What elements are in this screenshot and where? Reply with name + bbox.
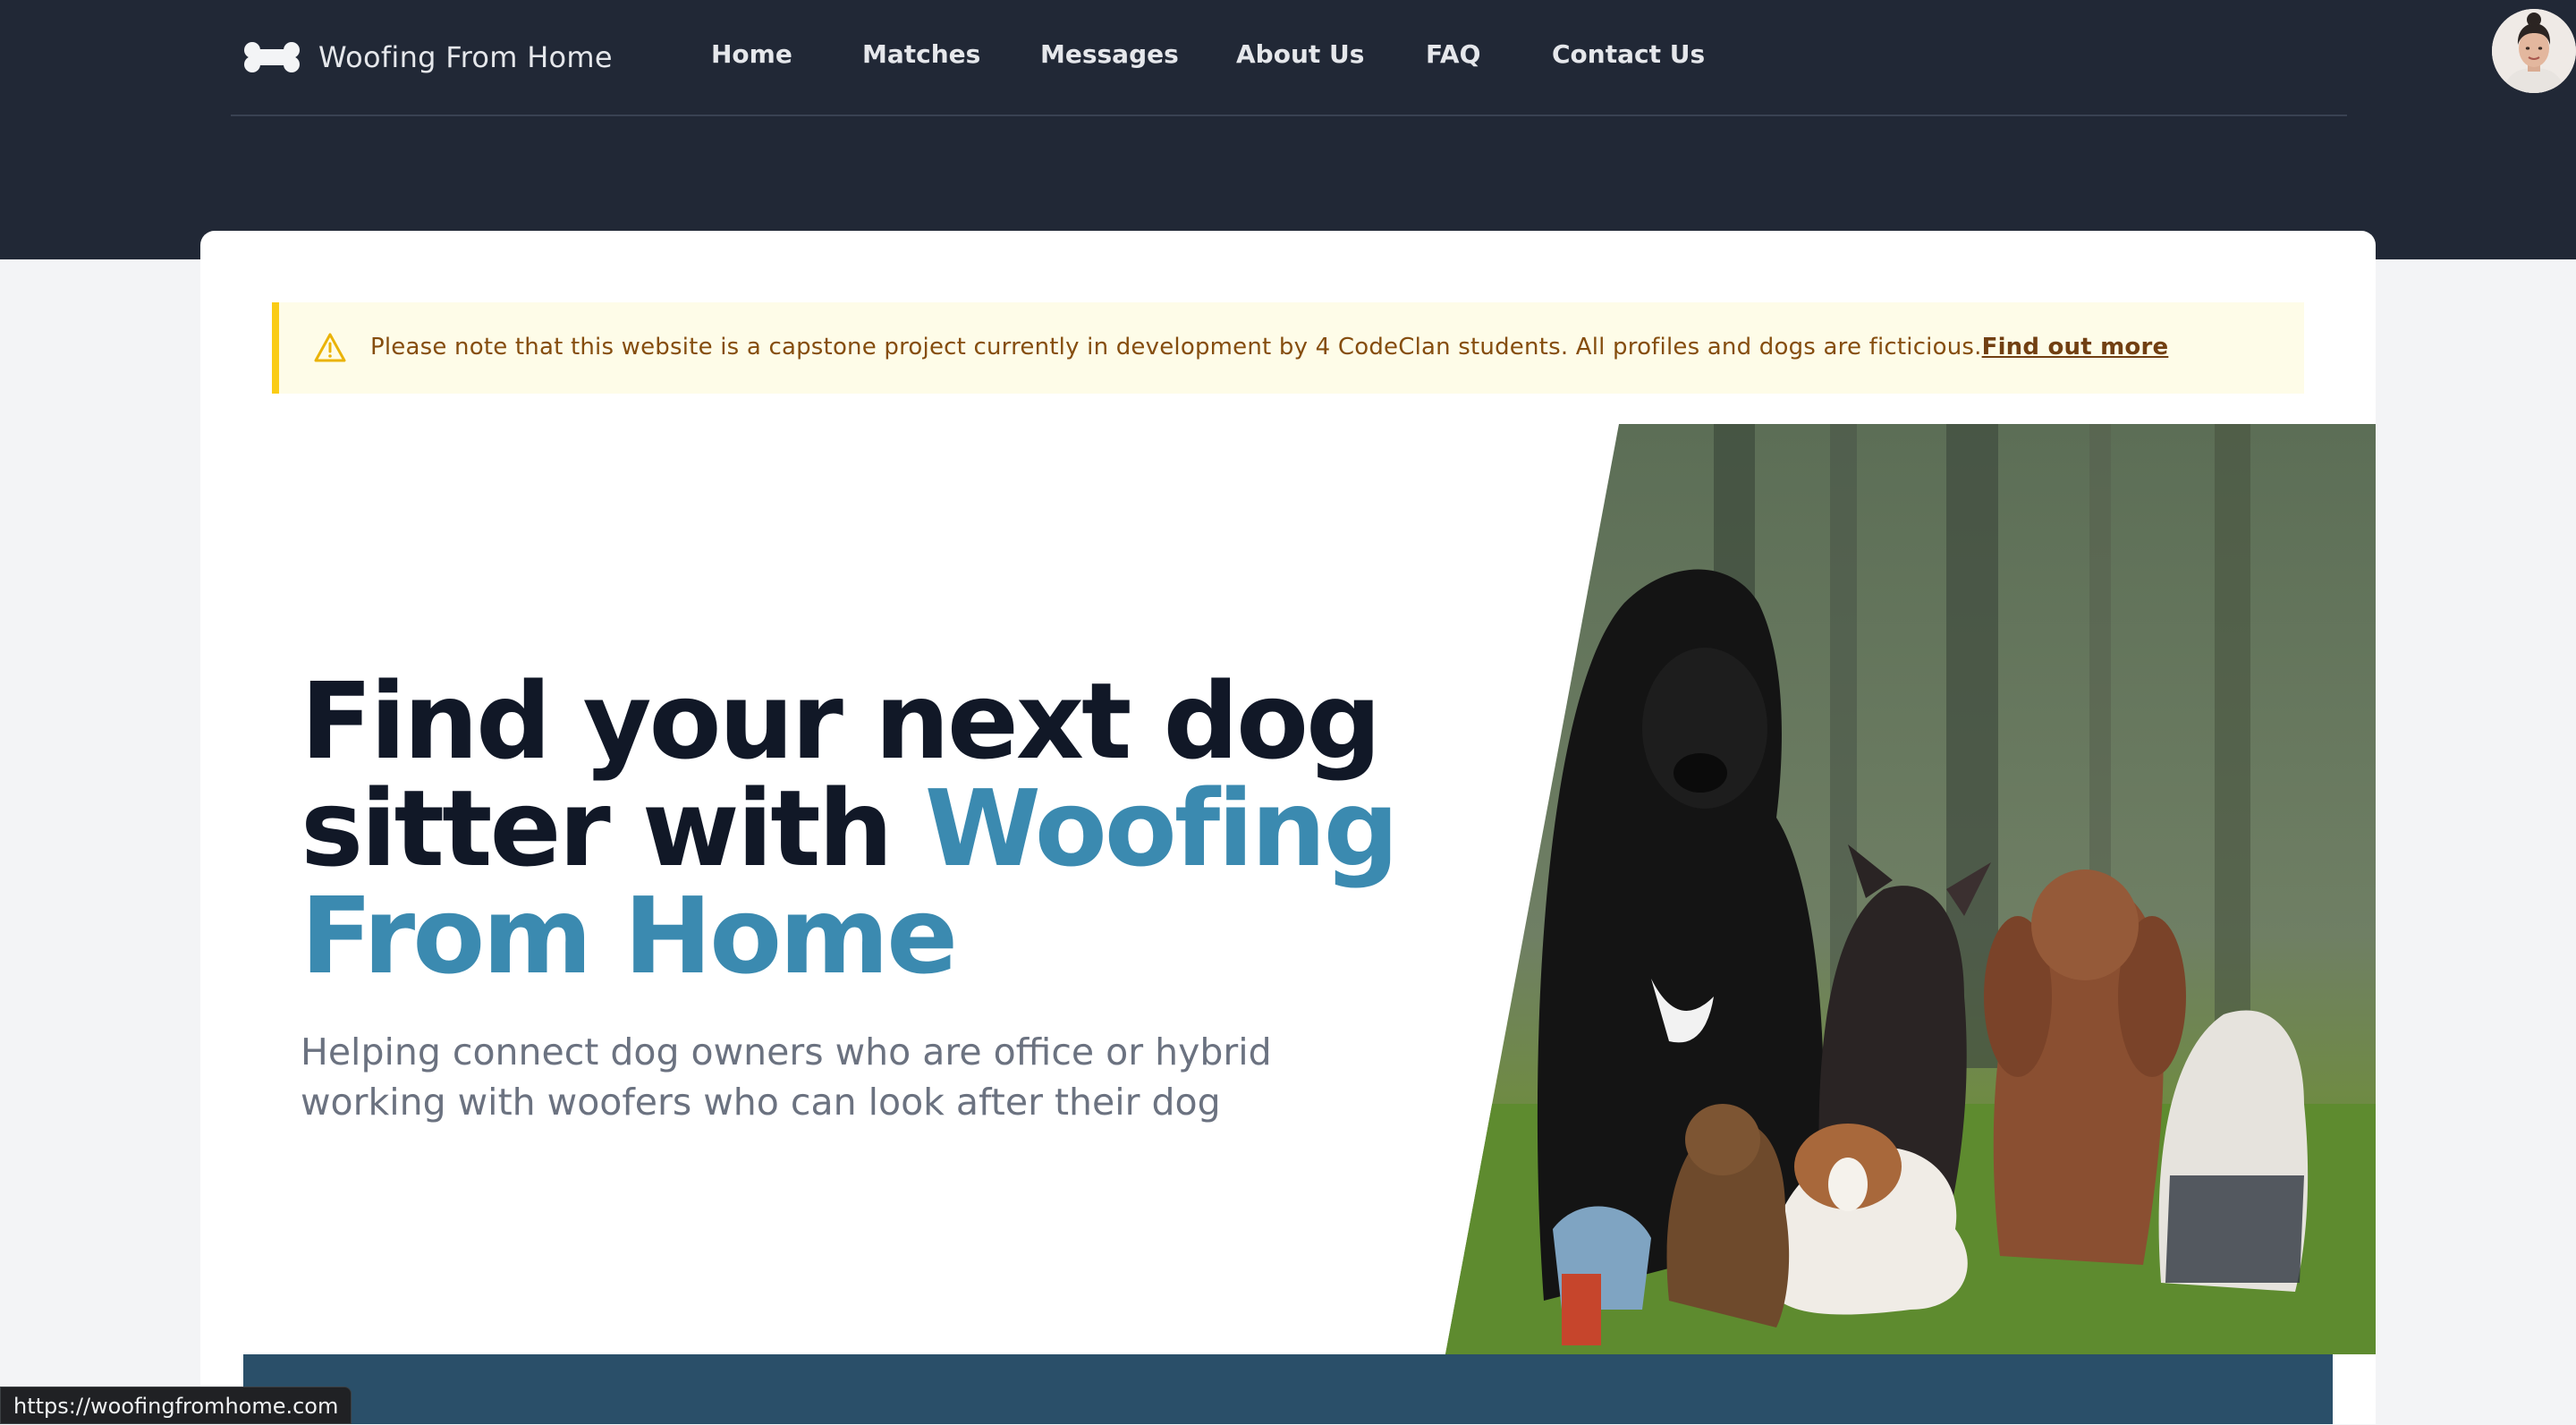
nav-home[interactable]: Home (711, 39, 792, 69)
brand-logo-link[interactable]: Woofing From Home (243, 36, 613, 79)
section-strip (243, 1354, 2333, 1424)
notice-text: Please note that this website is a capst… (370, 334, 2168, 360)
nav-faq[interactable]: FAQ (1426, 39, 1480, 69)
warning-triangle-icon (314, 333, 346, 362)
main-card: Please note that this website is a capst… (200, 231, 2376, 1424)
nav-matches[interactable]: Matches (862, 39, 980, 69)
hero-title: Find your next dog sitter with Woofing F… (301, 667, 1499, 989)
top-navbar: Woofing From Home Home Matches Messages … (231, 0, 2576, 116)
nav-contact-us[interactable]: Contact Us (1552, 39, 1705, 69)
find-out-more-link[interactable]: Find out more (1982, 334, 2169, 360)
avatar-image (2492, 9, 2576, 93)
bone-icon (244, 42, 300, 72)
hero-subtitle: Helping connect dog owners who are offic… (301, 1031, 1272, 1124)
notice-message: Please note that this website is a capst… (370, 334, 1982, 360)
nav-messages[interactable]: Messages (1040, 39, 1179, 69)
nav-about-us[interactable]: About Us (1236, 39, 1364, 69)
brand-name: Woofing From Home (318, 40, 613, 74)
dev-notice-banner: Please note that this website is a capst… (272, 302, 2304, 394)
user-avatar[interactable] (2492, 9, 2576, 93)
hero-dogs-photo (1445, 424, 2376, 1354)
browser-status-url: https://woofingfromhome.com (0, 1387, 352, 1424)
group-of-dogs-photo (1445, 424, 2376, 1354)
